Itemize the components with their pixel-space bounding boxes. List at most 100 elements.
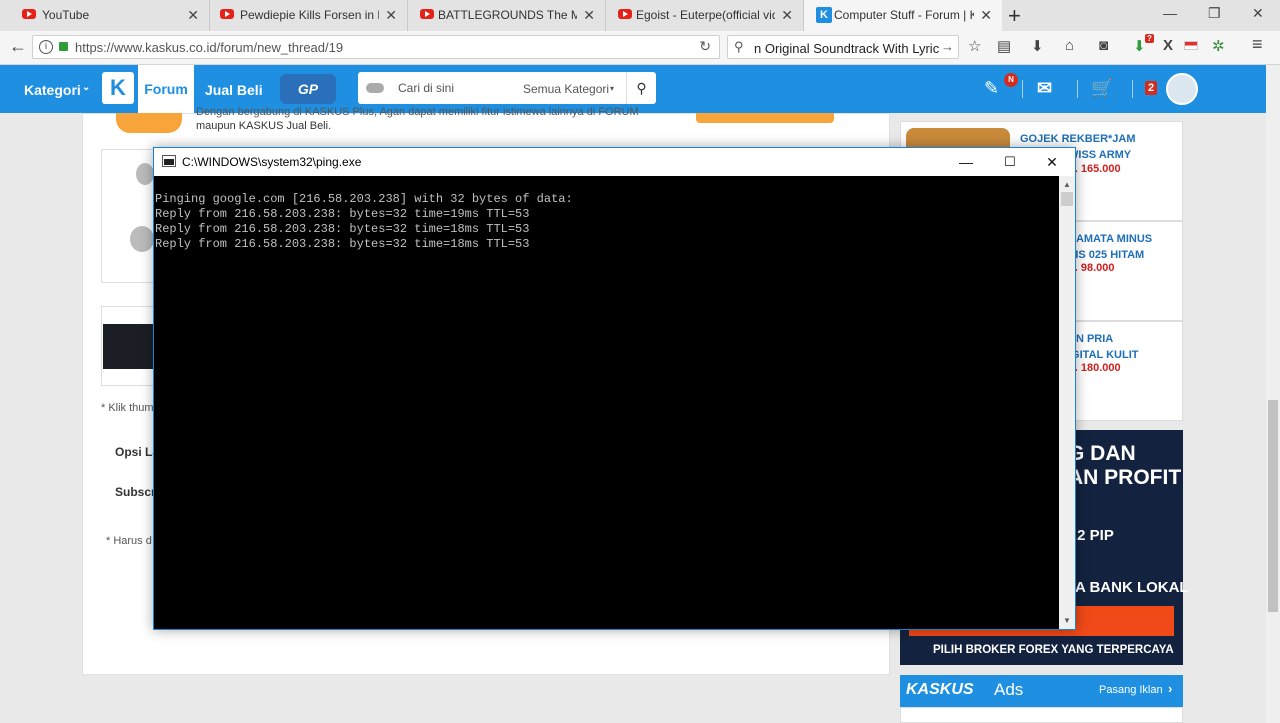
- tab-label: YouTube: [42, 8, 90, 22]
- url-text[interactable]: https://www.kaskus.co.id/forum/new_threa…: [75, 40, 343, 55]
- restore-icon[interactable]: ❐: [1208, 5, 1221, 22]
- browser-tab-strip: YouTube ✕ Pewdiepie Kills Forsen in PUBG…: [0, 0, 1280, 31]
- addon-download-icon[interactable]: ⬇: [1133, 37, 1146, 55]
- divider: [101, 149, 154, 150]
- tab-label: Computer Stuff - Forum | KASKUS: [834, 8, 974, 22]
- gp-mania-logo[interactable]: GP: [280, 74, 336, 104]
- youtube-icon: [420, 9, 434, 19]
- scroll-down-icon[interactable]: ▼: [1063, 616, 1071, 625]
- console-title: C:\WINDOWS\system32\ping.exe: [182, 155, 362, 169]
- product-title-2[interactable]: WISS ARMY: [1068, 149, 1131, 161]
- info-icon[interactable]: i: [39, 40, 53, 54]
- ad-spread: .2 PIP: [1073, 527, 1114, 544]
- product-title[interactable]: GOJEK REKBER*JAM: [1020, 133, 1136, 145]
- close-window-icon[interactable]: ✕: [1252, 5, 1264, 22]
- scrollbar-thumb[interactable]: [1268, 400, 1278, 612]
- search-placeholder[interactable]: Cari di sini: [398, 81, 454, 95]
- tab-computer-stuff[interactable]: K Computer Stuff - Forum | KASKUS ✕: [804, 0, 1002, 31]
- divider: [1022, 80, 1023, 98]
- kaskus-search[interactable]: Cari di sini Semua Kategori ▾ ⚲: [358, 72, 656, 104]
- chevron-down-icon[interactable]: ▾: [610, 84, 614, 93]
- reload-icon[interactable]: ↻: [699, 38, 711, 55]
- scrollbar-thumb[interactable]: [1061, 192, 1073, 206]
- back-button[interactable]: ←: [9, 36, 27, 57]
- tab-label: Pewdiepie Kills Forsen in PUBG: [240, 8, 379, 22]
- reading-list-icon[interactable]: ▤: [997, 37, 1011, 55]
- search-button[interactable]: ⚲: [626, 72, 656, 104]
- product-title-2[interactable]: VIS 025 HITAM: [1068, 249, 1144, 261]
- mascot-icon: [130, 226, 154, 252]
- maximize-button[interactable]: ☐: [988, 152, 1032, 172]
- addon-gear-icon[interactable]: ✲: [1212, 37, 1225, 55]
- scroll-up-icon[interactable]: ▲: [1063, 180, 1071, 189]
- cart-icon[interactable]: 🛒: [1091, 78, 1113, 99]
- product-title[interactable]: CAMATA MINUS: [1068, 233, 1152, 245]
- download-icon[interactable]: ⬇: [1031, 37, 1044, 55]
- tab-jual-beli[interactable]: Jual Beli: [205, 82, 263, 98]
- tab-label: BATTLEGROUNDS The Movie: [438, 8, 577, 22]
- pasang-iklan-link[interactable]: Pasang Iklan: [1099, 684, 1163, 696]
- console-line: Reply from 216.58.203.238: bytes=32 time…: [155, 222, 530, 236]
- address-bar[interactable]: i https://www.kaskus.co.id/forum/new_thr…: [32, 35, 720, 59]
- home-icon[interactable]: ⌂: [1065, 37, 1074, 54]
- bookmark-star-icon[interactable]: ☆: [968, 37, 981, 55]
- divider: [1077, 80, 1078, 98]
- search-value[interactable]: n Original Soundtrack With Lyric: [754, 41, 940, 56]
- divider: [101, 149, 102, 282]
- tab-forum[interactable]: Forum: [138, 65, 194, 113]
- ad-item[interactable]: [900, 707, 1183, 723]
- console-scrollbar[interactable]: ▲ ▼: [1059, 176, 1075, 629]
- console-icon: [162, 155, 176, 167]
- youtube-icon: [220, 9, 234, 19]
- browser-toolbar: ← i https://www.kaskus.co.id/forum/new_t…: [0, 31, 1280, 65]
- category-select[interactable]: Semua Kategori: [523, 82, 609, 96]
- close-button[interactable]: ✕: [1030, 152, 1074, 172]
- avatar[interactable]: [1166, 73, 1198, 105]
- console-window[interactable]: C:\WINDOWS\system32\ping.exe — ☐ ✕ Pingi…: [153, 147, 1076, 630]
- kaskus-ads-suffix: Ads: [994, 680, 1024, 699]
- chevron-down-icon[interactable]: ⌄: [82, 82, 90, 93]
- addon-x-icon[interactable]: X: [1163, 37, 1173, 54]
- menu-icon[interactable]: ≡: [1252, 34, 1263, 55]
- cart-badge: 2: [1145, 81, 1158, 95]
- kaskus-favicon-icon: K: [816, 7, 832, 23]
- kaskus-ads-brand: KASKUS: [906, 681, 974, 698]
- close-tab-icon[interactable]: ✕: [385, 7, 397, 24]
- console-line: Pinging google.com [216.58.203.238] with…: [155, 192, 573, 206]
- close-tab-icon[interactable]: ✕: [187, 7, 199, 24]
- klik-thumb-note: * Klik thum: [101, 402, 154, 414]
- kaskus-plus-logo: [116, 113, 182, 133]
- youtube-icon: [618, 9, 632, 19]
- kaskus-logo[interactable]: K: [102, 72, 134, 104]
- youtube-icon: [22, 9, 36, 19]
- pocket-icon[interactable]: ◙: [1099, 37, 1108, 54]
- image-thumbnail[interactable]: [103, 324, 155, 369]
- close-tab-icon[interactable]: ✕: [583, 7, 595, 24]
- product-title-2[interactable]: IGITAL KULIT: [1068, 349, 1138, 361]
- flag-icon[interactable]: [1184, 41, 1198, 50]
- close-tab-icon[interactable]: ✕: [980, 7, 992, 24]
- divider: [101, 282, 154, 283]
- kategori-menu[interactable]: Kategori: [24, 82, 81, 98]
- minimize-button[interactable]: —: [944, 152, 988, 172]
- pencil-icon[interactable]: ✎: [984, 78, 999, 99]
- kaskus-chat-icon[interactable]: ✉: [1037, 78, 1052, 99]
- close-tab-icon[interactable]: ✕: [781, 7, 793, 24]
- required-note: * Harus d: [106, 535, 152, 547]
- ad-headline-2: AN PROFIT: [1068, 466, 1182, 489]
- page-scrollbar[interactable]: [1266, 65, 1280, 723]
- tab-pewdiepie[interactable]: Pewdiepie Kills Forsen in PUBG ✕: [210, 0, 408, 31]
- join-button[interactable]: [696, 113, 834, 123]
- console-output[interactable]: Pinging google.com [216.58.203.238] with…: [154, 176, 1059, 629]
- search-go-icon[interactable]: →: [941, 39, 954, 54]
- tab-battlegrounds[interactable]: BATTLEGROUNDS The Movie ✕: [408, 0, 606, 31]
- tab-youtube[interactable]: YouTube ✕: [0, 0, 210, 31]
- search-field[interactable]: ⚲ n Original Soundtrack With Lyric →: [727, 35, 959, 59]
- console-line: Reply from 216.58.203.238: bytes=32 time…: [155, 207, 530, 221]
- minimize-icon[interactable]: —: [1163, 5, 1177, 21]
- divider: [101, 306, 102, 386]
- console-titlebar[interactable]: C:\WINDOWS\system32\ping.exe — ☐ ✕: [154, 148, 1075, 176]
- chevron-right-icon[interactable]: ›: [1168, 681, 1172, 696]
- new-tab-button[interactable]: +: [1008, 3, 1021, 29]
- tab-egoist[interactable]: Egoist - Euterpe(official video) ✕: [606, 0, 804, 31]
